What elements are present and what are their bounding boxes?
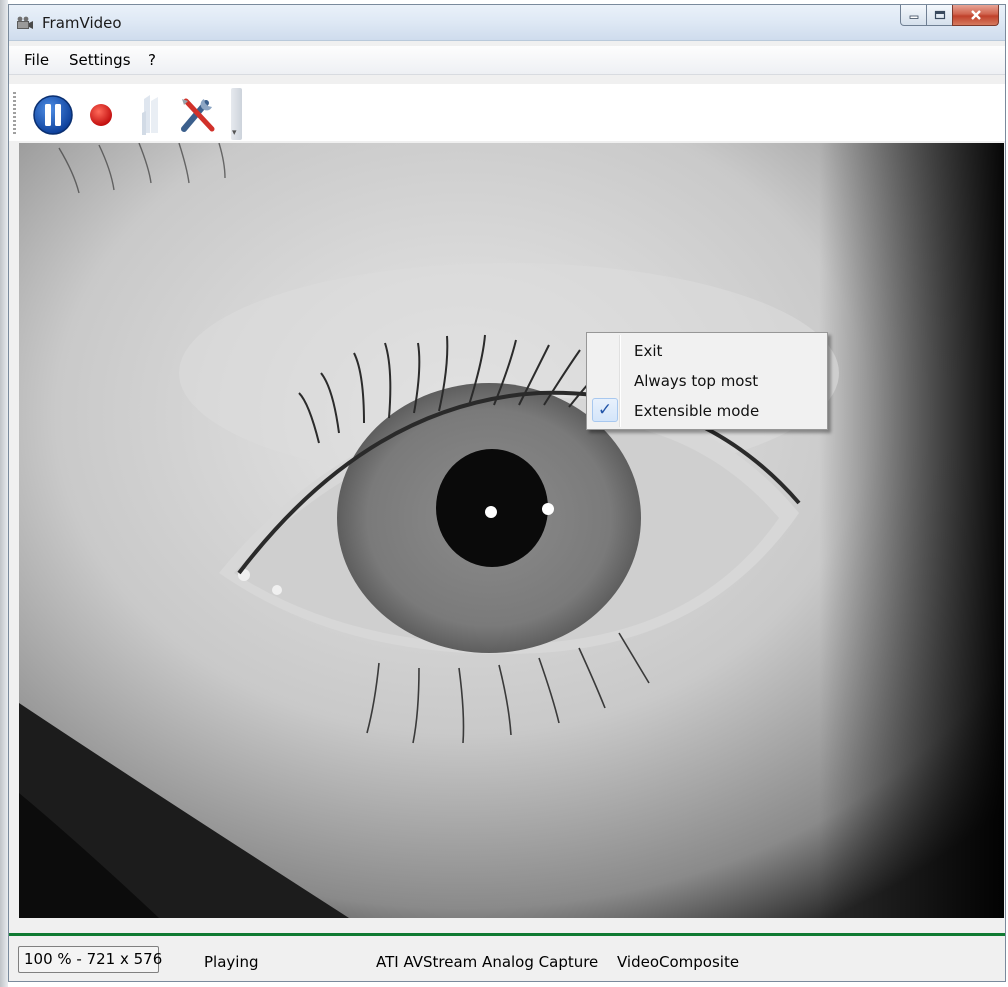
snapshot-icon: [142, 95, 158, 135]
record-button[interactable]: [79, 93, 123, 137]
context-menu-label: Extensible mode: [634, 402, 760, 420]
maximize-icon: [934, 10, 945, 20]
menu-file[interactable]: File: [24, 51, 49, 69]
tools-icon: [181, 98, 215, 132]
snapshot-button[interactable]: [129, 93, 173, 137]
pause-icon: [33, 95, 73, 135]
minimize-button[interactable]: [900, 5, 927, 26]
title-bar[interactable]: FramVideo: [9, 5, 1005, 41]
video-display[interactable]: [19, 143, 1004, 918]
app-window: FramVideo File Settings ? ▾ Exit Always …: [8, 4, 1006, 982]
zoom-resolution-panel[interactable]: 100 % - 721 x 576: [18, 946, 162, 973]
toolbar: ▾: [9, 84, 1005, 141]
close-icon: [970, 10, 981, 20]
chevron-down-icon: ▾: [232, 128, 237, 138]
video-border-line: [9, 933, 1005, 936]
context-menu-label: Exit: [634, 342, 663, 360]
close-button[interactable]: [952, 5, 999, 26]
context-menu: Exit Always top most ✓ Extensible mode: [586, 332, 828, 430]
context-menu-item-extensible-mode[interactable]: ✓ Extensible mode: [589, 397, 825, 425]
window-title: FramVideo: [42, 14, 122, 32]
pause-button[interactable]: [31, 93, 75, 137]
video-input: VideoComposite: [617, 953, 740, 971]
maximize-button[interactable]: [926, 5, 953, 26]
playback-state: Playing: [204, 953, 259, 971]
context-menu-item-always-top-most[interactable]: Always top most: [589, 367, 825, 395]
menu-settings[interactable]: Settings: [69, 51, 131, 69]
capture-device: ATI AVStream Analog Capture: [376, 953, 599, 971]
menu-bar: File Settings ?: [9, 46, 1005, 75]
context-menu-label: Always top most: [634, 372, 759, 390]
toolbar-overflow[interactable]: ▾: [231, 88, 242, 140]
menu-help[interactable]: ?: [148, 51, 156, 69]
record-icon: [90, 104, 112, 126]
toolbar-grip[interactable]: [13, 92, 16, 136]
checkmark-icon: ✓: [592, 398, 618, 422]
desktop-edge: [0, 0, 8, 987]
caption-buttons: [900, 5, 999, 27]
film-camera-icon: [17, 16, 33, 29]
video-frame: [19, 143, 1004, 918]
status-bar: 100 % - 721 x 576 Playing ATI AVStream A…: [9, 938, 1005, 981]
minimize-icon: [909, 15, 918, 19]
context-menu-item-exit[interactable]: Exit: [589, 337, 825, 365]
settings-tools-button[interactable]: [176, 93, 220, 137]
